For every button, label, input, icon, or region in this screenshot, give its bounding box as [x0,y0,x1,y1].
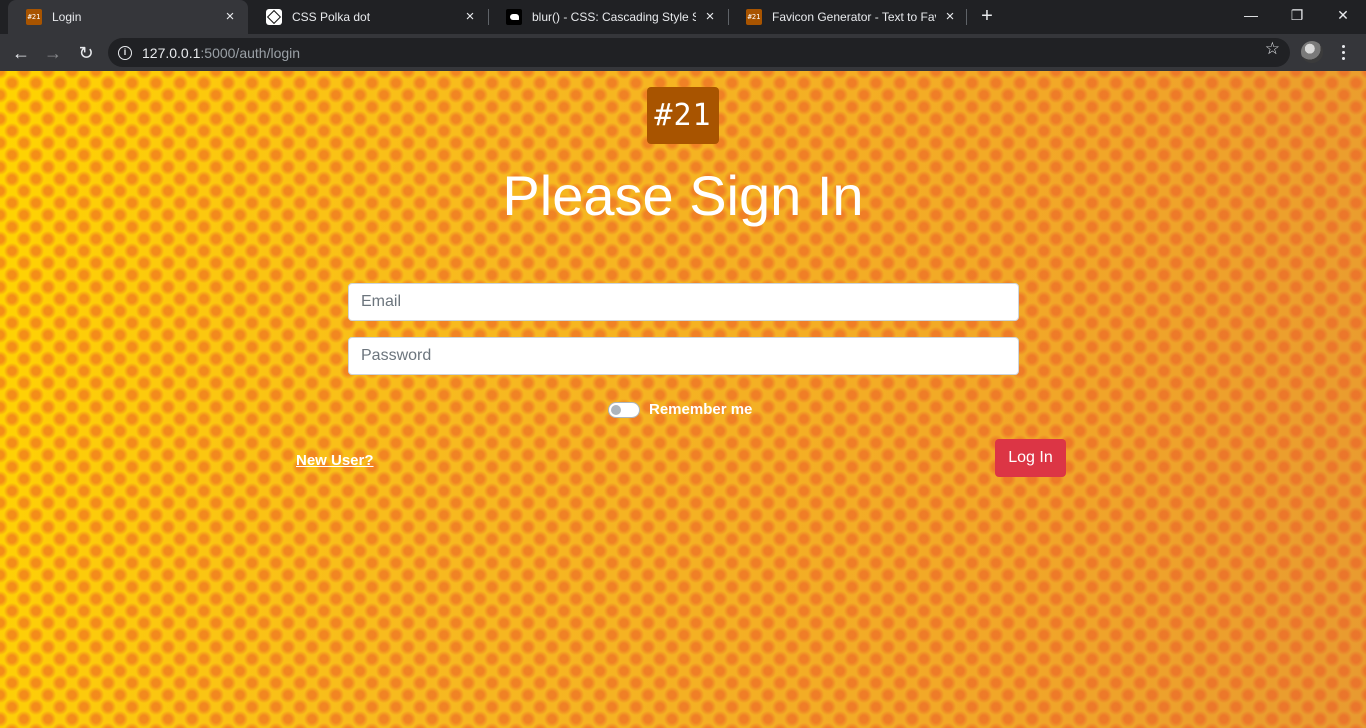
forward-arrow-icon[interactable]: → [40,40,66,66]
info-icon[interactable]: i [118,45,132,60]
close-icon[interactable]: × [222,9,238,25]
remember-me-label: Remember me [649,401,753,418]
url-path: :5000/auth/login [200,44,301,61]
new-user-link[interactable]: New User? [296,452,374,469]
tab-separator [966,9,967,25]
tab-strip: #21 Login × CSS Polka dot × blur() - CSS… [0,0,1366,34]
profile-avatar[interactable] [1301,41,1323,63]
tab-title: Login [52,10,82,24]
codepen-icon [266,9,282,25]
minimize-button[interactable]: — [1228,0,1274,30]
remember-me-toggle[interactable]: Remember me [608,401,752,418]
page-title: Please Sign In [502,164,864,227]
site-logo: #21 [647,87,719,144]
reload-icon[interactable]: ↻ [73,40,99,66]
toggle-knob [611,404,621,415]
badge-21-icon: #21 [26,9,42,25]
close-window-button[interactable]: ✕ [1320,0,1366,30]
tab-favicon-generator[interactable]: #21 Favicon Generator - Text to Favico × [728,0,968,34]
close-icon[interactable]: × [702,9,718,25]
password-field[interactable] [348,337,1019,375]
browser-toolbar: ← → ↻ i 127.0.0.1:5000/auth/login ☆ [0,34,1366,71]
address-bar[interactable]: i 127.0.0.1:5000/auth/login [108,38,1290,67]
login-button[interactable]: Log In [995,439,1066,477]
back-arrow-icon[interactable]: ← [8,40,34,66]
tab-title: blur() - CSS: Cascading Style Shee [532,10,696,24]
bookmark-star-icon[interactable]: ☆ [1265,39,1280,59]
tab-title: CSS Polka dot [292,10,371,24]
kebab-menu-icon[interactable] [1336,40,1350,64]
tab-css-polka-dot[interactable]: CSS Polka dot × [248,0,488,34]
new-tab-button[interactable]: + [976,5,998,27]
login-page: #21 Please Sign In Remember me New User?… [0,71,1366,728]
toggle-switch[interactable] [608,401,640,418]
tab-login[interactable]: #21 Login × [8,0,248,34]
restore-button[interactable]: ❐ [1274,0,1320,30]
tab-mdn-blur[interactable]: blur() - CSS: Cascading Style Shee × [488,0,728,34]
tab-title: Favicon Generator - Text to Favico [772,10,936,24]
mdn-icon [506,9,522,25]
close-icon[interactable]: × [462,9,478,25]
email-field[interactable] [348,283,1019,321]
badge-21-icon: #21 [746,9,762,25]
close-icon[interactable]: × [942,9,958,25]
url-host: 127.0.0.1 [142,44,201,61]
